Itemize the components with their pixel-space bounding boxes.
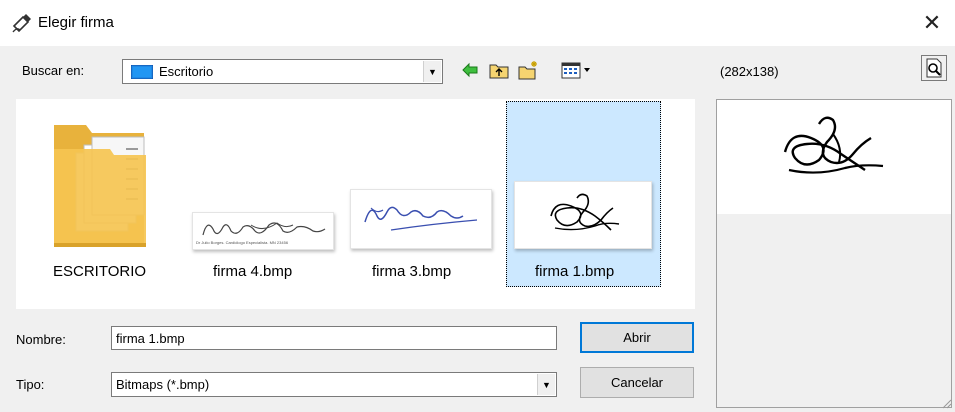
signature-thumbnail-4: Dr Julio Borges. Cardiólogo Especialista…	[192, 212, 334, 250]
thumbnail-caption: Dr Julio Borges. Cardiólogo Especialista…	[196, 240, 289, 245]
signature-image	[550, 193, 620, 231]
file-list[interactable]: ESCRITORIO Dr Julio Borges. Cardiólogo E…	[16, 99, 695, 309]
signature-pen-icon	[12, 14, 31, 33]
filetype-value: Bitmaps (*.bmp)	[116, 377, 210, 392]
lookin-value: Escritorio	[159, 64, 214, 79]
name-label: Nombre:	[16, 332, 66, 347]
preview-size-text: (282x138)	[720, 64, 779, 79]
preview-button[interactable]	[921, 55, 947, 81]
file-label: firma 3.bmp	[372, 263, 452, 280]
signature-image	[364, 206, 478, 231]
lookin-combo[interactable]: Escritorio ▼	[122, 59, 443, 84]
filename-input[interactable]: firma 1.bmp	[111, 326, 557, 350]
file-label: firma 4.bmp	[213, 263, 293, 280]
lookin-label: Buscar en:	[22, 63, 85, 78]
desktop-icon	[131, 65, 153, 79]
resize-grip-icon[interactable]	[942, 399, 952, 409]
chevron-down-icon[interactable]: ▼	[537, 374, 555, 395]
back-arrow-icon[interactable]	[459, 59, 481, 81]
view-menu-icon[interactable]	[560, 59, 594, 81]
cancel-button[interactable]: Cancelar	[580, 367, 694, 398]
folder-icon	[54, 125, 146, 247]
preview-image-area	[717, 100, 951, 214]
preview-pane	[716, 99, 952, 408]
type-label: Tipo:	[16, 377, 45, 392]
signature-preview-image	[783, 116, 884, 174]
filetype-select[interactable]: Bitmaps (*.bmp) ▼	[111, 372, 557, 397]
file-label: ESCRITORIO	[53, 263, 147, 280]
chevron-down-icon[interactable]: ▼	[423, 61, 441, 82]
new-folder-icon[interactable]	[517, 59, 539, 81]
signature-thumbnail-3	[350, 189, 492, 249]
filename-value: firma 1.bmp	[116, 331, 185, 346]
up-folder-icon[interactable]	[488, 59, 510, 81]
signature-thumbnail-1	[514, 181, 652, 249]
close-button[interactable]: ✕	[909, 0, 955, 46]
close-icon: ✕	[922, 10, 942, 35]
file-label: firma 1.bmp	[535, 263, 615, 280]
magnifier-document-icon	[926, 58, 942, 78]
open-button[interactable]: Abrir	[580, 322, 694, 353]
title-bar: Elegir firma ✕	[0, 0, 955, 46]
window-title: Elegir firma	[38, 14, 114, 31]
